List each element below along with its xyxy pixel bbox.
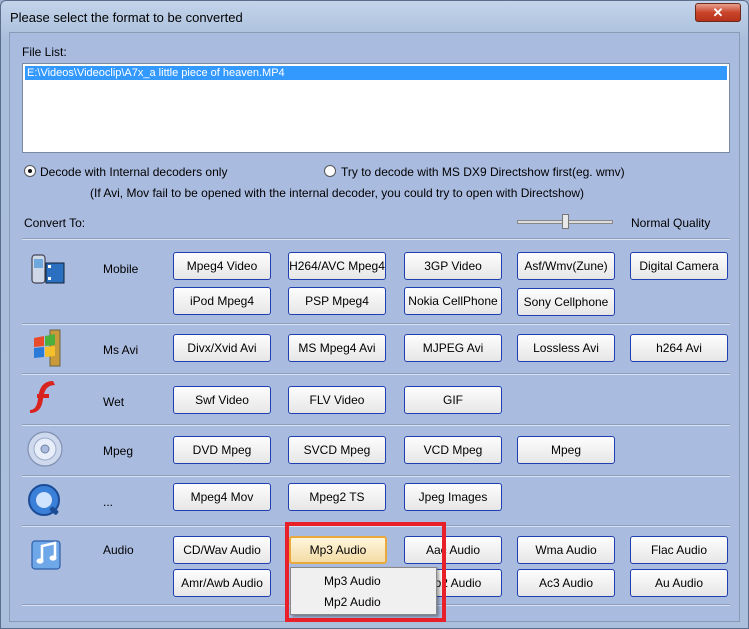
separator [22, 323, 730, 325]
close-button[interactable]: ✕ [695, 3, 741, 22]
separator [22, 238, 730, 240]
separator [22, 475, 730, 477]
file-list[interactable]: E:\Videos\Videoclip\A7x_a little piece o… [22, 63, 730, 153]
button-flac-audio[interactable]: Flac Audio [630, 536, 728, 564]
button-mpeg2-ts[interactable]: Mpeg2 TS [288, 483, 386, 511]
button-swf-video[interactable]: Swf Video [173, 386, 271, 414]
decode-directshow-label: Try to decode with MS DX9 Directshow fir… [341, 165, 625, 179]
category-label-mpeg: Mpeg [103, 444, 134, 458]
button-flv-video[interactable]: FLV Video [288, 386, 386, 414]
button-mpeg[interactable]: Mpeg [517, 436, 615, 464]
button-lossless-avi[interactable]: Lossless Avi [517, 334, 615, 362]
windows-film-icon [34, 329, 61, 367]
button-dvd-mpeg[interactable]: DVD Mpeg [173, 436, 271, 464]
quality-label: Normal Quality [631, 216, 711, 230]
button-divx-xvid-avi[interactable]: Divx/Xvid Avi [173, 334, 271, 362]
category-label-ms-avi: Ms Avi [103, 343, 139, 357]
decode-internal-label: Decode with Internal decoders only [40, 165, 228, 179]
button-cd-wav-audio[interactable]: CD/Wav Audio [173, 536, 271, 564]
category-label-audio: Audio [103, 543, 134, 557]
close-icon: ✕ [712, 4, 724, 20]
mobile-phone-icon [31, 254, 65, 284]
flash-icon [30, 381, 55, 413]
category-label-mobile: Mobile [103, 262, 139, 276]
button-jpeg-images[interactable]: Jpeg Images [404, 483, 502, 511]
button-h264-avc-mpeg4[interactable]: H264/AVC Mpeg4 [288, 252, 386, 280]
client-area: File List: E:\Videos\Videoclip\A7x_a lit… [9, 32, 740, 622]
decode-internal-radio[interactable] [24, 165, 36, 177]
file-list-item[interactable]: E:\Videos\Videoclip\A7x_a little piece o… [25, 66, 727, 80]
decode-note: (If Avi, Mov fail to be opened with the … [90, 186, 585, 200]
button-mpeg4-video[interactable]: Mpeg4 Video [173, 252, 271, 280]
decode-directshow-radio[interactable] [324, 165, 336, 177]
button-sony-cellphone[interactable]: Sony Cellphone [517, 288, 615, 316]
dialog-window: Please select the format to be converted… [0, 0, 749, 629]
button-h264-avi[interactable]: h264 Avi [630, 334, 728, 362]
convert-to-label: Convert To: [24, 216, 86, 230]
button-mpeg4-mov[interactable]: Mpeg4 Mov [173, 483, 271, 511]
button-svcd-mpeg[interactable]: SVCD Mpeg [288, 436, 386, 464]
button-digital-camera[interactable]: Digital Camera [630, 252, 728, 280]
highlight-annotation-box [285, 522, 446, 622]
button-vcd-mpeg[interactable]: VCD Mpeg [404, 436, 502, 464]
button-amr-awb-audio[interactable]: Amr/Awb Audio [173, 569, 271, 597]
button-ac3-audio[interactable]: Ac3 Audio [517, 569, 615, 597]
title-bar[interactable]: Please select the format to be converted… [1, 1, 748, 33]
file-list-label: File List: [22, 45, 67, 59]
button-mjpeg-avi[interactable]: MJPEG Avi [404, 334, 502, 362]
disc-icon [27, 431, 63, 467]
button-asf-wmv-zune[interactable]: Asf/Wmv(Zune) [517, 252, 615, 280]
separator [22, 373, 730, 375]
category-label-wet: Wet [103, 395, 125, 409]
button-nokia-cellphone[interactable]: Nokia CellPhone [404, 287, 502, 315]
button-3gp-video[interactable]: 3GP Video [404, 252, 502, 280]
category-label-other: ... [103, 495, 114, 509]
button-au-audio[interactable]: Au Audio [630, 569, 728, 597]
quicktime-icon [28, 484, 60, 516]
button-ipod-mpeg4[interactable]: iPod Mpeg4 [173, 287, 271, 315]
button-wma-audio[interactable]: Wma Audio [517, 536, 615, 564]
quality-slider-thumb[interactable] [561, 214, 569, 229]
music-note-icon [31, 540, 61, 570]
button-psp-mpeg4[interactable]: PSP Mpeg4 [288, 287, 386, 315]
button-ms-mpeg4-avi[interactable]: MS Mpeg4 Avi [288, 334, 386, 362]
separator [22, 424, 730, 426]
window-title: Please select the format to be converted [10, 10, 243, 25]
button-gif[interactable]: GIF [404, 386, 502, 414]
